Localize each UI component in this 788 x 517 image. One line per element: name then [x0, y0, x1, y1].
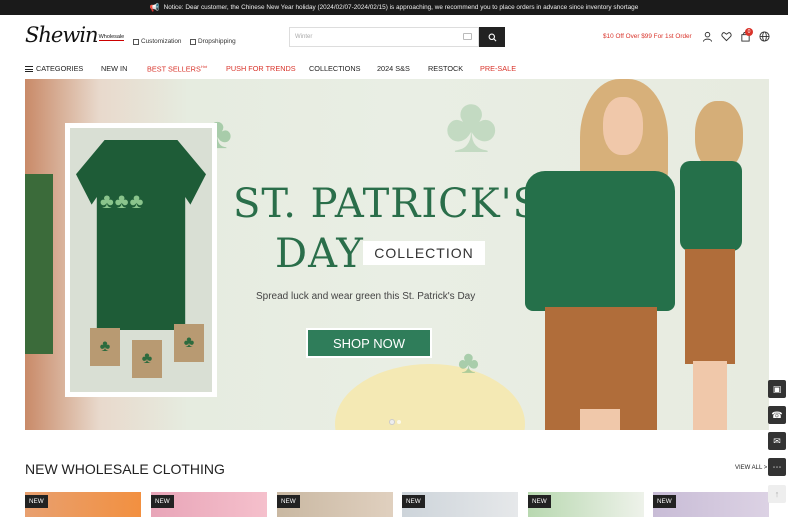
globe-icon[interactable]: [757, 29, 771, 43]
hero-title-day: DAY: [275, 231, 364, 277]
nav-push-for-trends[interactable]: PUSH FOR TRENDS: [226, 64, 296, 73]
model-2-skirt: [685, 249, 735, 364]
nav-new-in[interactable]: NEW IN: [101, 64, 127, 73]
site-header: Shewin Wholesale Customization Dropshipp…: [0, 15, 788, 59]
product-row: NEW NEW NEW NEW NEW NEW: [25, 492, 769, 517]
product-card[interactable]: NEW: [151, 492, 267, 517]
model-2-legs: [693, 361, 727, 430]
arrow-up-icon[interactable]: ↑: [768, 485, 786, 503]
cart-count-badge: 0: [745, 28, 753, 36]
carousel-dots: [390, 420, 401, 424]
shamrock-icon: ♣: [174, 324, 204, 362]
tshirt-photo: ♣♣♣ ♣ ♣ ♣: [70, 128, 212, 392]
menu-icon: [25, 66, 33, 72]
new-badge: NEW: [402, 495, 425, 508]
nav-restock[interactable]: RESTOCK: [428, 64, 463, 73]
camera-icon[interactable]: [463, 33, 472, 40]
store-icon[interactable]: ▣: [768, 380, 786, 398]
product-card[interactable]: NEW: [653, 492, 769, 517]
new-badge: NEW: [151, 495, 174, 508]
customization-label: Customization: [141, 38, 182, 45]
logo-subtext: Wholesale: [98, 34, 125, 41]
search-input[interactable]: Winter: [289, 27, 479, 47]
view-all-link[interactable]: VIEW ALL >: [735, 465, 767, 471]
product-card[interactable]: NEW: [277, 492, 393, 517]
notice-bar: 📢 Notice: Dear customer, the Chinese New…: [0, 0, 788, 15]
nav-best-sellers-label: BEST SELLERS: [147, 64, 201, 74]
nav-collections[interactable]: COLLECTIONS: [309, 64, 361, 73]
carousel-dot[interactable]: [390, 420, 394, 424]
search-placeholder: Winter: [295, 34, 313, 40]
hero-title: ST. PATRICK'S: [233, 181, 542, 227]
shamrock-icon: ♣: [458, 344, 479, 380]
new-badge: NEW: [277, 495, 300, 508]
search-button[interactable]: [479, 27, 505, 47]
dropshipping-label: Dropshipping: [198, 38, 236, 45]
new-badge: NEW: [653, 495, 676, 508]
search-icon: [488, 33, 496, 41]
carousel-dot[interactable]: [397, 420, 401, 424]
shop-now-button[interactable]: SHOP NOW: [308, 330, 430, 356]
model-1-legs: [580, 409, 620, 430]
mail-icon[interactable]: ✉: [768, 432, 786, 450]
new-badge: NEW: [528, 495, 551, 508]
burlap-banner: ♣ ♣ ♣: [90, 318, 206, 388]
tshirt-photo-frame: ♣♣♣ ♣ ♣ ♣: [65, 123, 217, 397]
user-icon[interactable]: [700, 29, 714, 43]
hero-collection-tag: COLLECTION: [363, 241, 485, 265]
green-tshirt: [76, 140, 206, 330]
model-2-top: [680, 161, 742, 251]
megaphone-icon: 📢: [149, 3, 160, 12]
nav-best-sellers[interactable]: BEST SELLERSHot: [147, 64, 207, 73]
customization-link[interactable]: Customization: [133, 38, 182, 45]
chat-icon[interactable]: ⋯: [768, 458, 786, 476]
section-title: NEW WHOLESALE CLOTHING: [25, 461, 225, 477]
hot-tag: Hot: [200, 64, 208, 69]
hanging-shirt-image: [25, 174, 53, 354]
whatsapp-icon[interactable]: ☎: [768, 406, 786, 424]
logo-text: Shewin: [25, 23, 99, 47]
heart-icon[interactable]: [719, 29, 733, 43]
main-nav: CATEGORIES NEW IN BEST SELLERSHot PUSH F…: [0, 59, 788, 78]
model-1-face: [603, 97, 643, 155]
hero-subtitle: Spread luck and wear green this St. Patr…: [256, 291, 476, 302]
notice-text: Notice: Dear customer, the Chinese New Y…: [163, 4, 639, 11]
shamrock-icon: ♣♣♣: [100, 190, 145, 213]
nav-2024-ss[interactable]: 2024 S&S: [377, 64, 410, 73]
product-card[interactable]: NEW: [25, 492, 141, 517]
decorative-blob: [335, 364, 525, 430]
nav-categories-label: CATEGORIES: [36, 64, 84, 73]
logo[interactable]: Shewin Wholesale: [25, 23, 125, 47]
model-1-top: [525, 171, 675, 311]
customization-icon: [133, 38, 139, 45]
dropshipping-link[interactable]: Dropshipping: [190, 38, 236, 45]
shamrock-icon: ♣: [132, 340, 162, 378]
shamrock-icon: ♣: [90, 328, 120, 366]
promo-text[interactable]: $10 Off Over $99 For 1st Order: [603, 33, 692, 40]
nav-pre-sale[interactable]: PRE-SALE: [480, 64, 516, 73]
dropshipping-icon: [190, 38, 196, 45]
product-card[interactable]: NEW: [528, 492, 644, 517]
nav-categories[interactable]: CATEGORIES: [25, 64, 83, 73]
hero-banner[interactable]: ♣ ♣ ♣ ♣♣♣ ♣ ♣ ♣ ST. PATRICK'S DAY COLLEC…: [25, 79, 769, 430]
product-card[interactable]: NEW: [402, 492, 518, 517]
shamrock-icon: ♣: [445, 80, 498, 169]
new-badge: NEW: [25, 495, 48, 508]
